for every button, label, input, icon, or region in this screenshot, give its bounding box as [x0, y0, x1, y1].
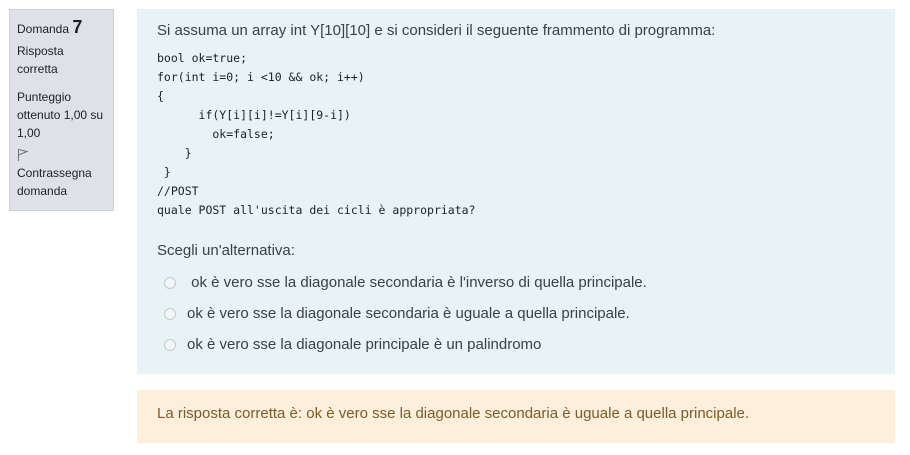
- answer-options: ok è vero sse la diagonale secondaria è …: [157, 267, 875, 360]
- feedback-text: La risposta corretta è: ok è vero sse la…: [157, 405, 750, 422]
- answer-option-label: ok è vero sse la diagonale secondaria è …: [187, 305, 630, 322]
- radio-button[interactable]: [164, 307, 176, 320]
- question-number-value: 7: [72, 17, 83, 37]
- answer-option-label: ok è vero sse la diagonale principale è …: [187, 336, 542, 353]
- answer-option-3[interactable]: ok è vero sse la diagonale principale è …: [157, 329, 875, 360]
- answer-prompt: Scegli un'alternativa:: [157, 242, 295, 259]
- code-snippet: bool ok=true; for(int i=0; i <10 && ok; …: [157, 51, 476, 217]
- question-number: Domanda 7: [17, 18, 106, 38]
- flag-icon[interactable]: [17, 148, 29, 162]
- question-formulation: Si assuma un array int Y[10][10] e si co…: [137, 9, 895, 374]
- question-text: Si assuma un array int Y[10][10] e si co…: [157, 22, 716, 39]
- question-state: Risposta corretta: [17, 44, 64, 76]
- question-info-panel: Domanda 7 Risposta corretta Punteggio ot…: [9, 9, 114, 211]
- answer-option-2[interactable]: ok è vero sse la diagonale secondaria è …: [157, 298, 875, 329]
- radio-button[interactable]: [164, 338, 176, 351]
- answer-option-1[interactable]: ok è vero sse la diagonale secondaria è …: [157, 267, 875, 298]
- question-grade: Punteggio ottenuto 1,00 su 1,00: [17, 90, 104, 140]
- question-word: Domanda: [17, 22, 70, 36]
- radio-button[interactable]: [164, 276, 176, 289]
- correct-answer-feedback: La risposta corretta è: ok è vero sse la…: [137, 390, 895, 443]
- flag-question-link[interactable]: Contrassegna domanda: [17, 164, 106, 200]
- answer-option-label: ok è vero sse la diagonale secondaria è …: [187, 274, 647, 291]
